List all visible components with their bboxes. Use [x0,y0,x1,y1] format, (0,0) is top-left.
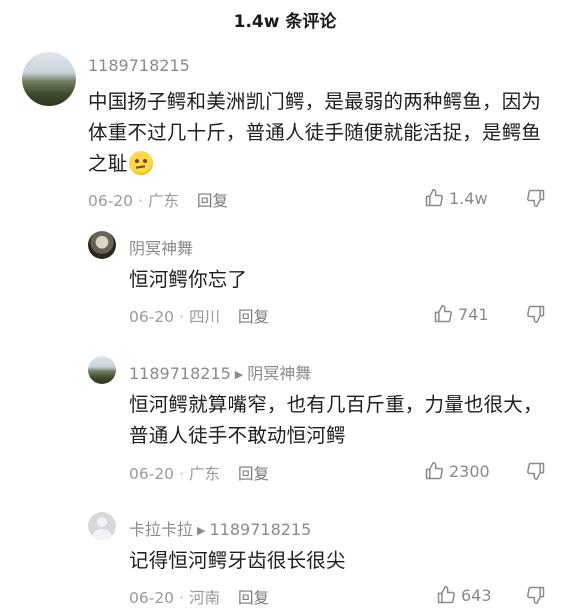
comment-text: 中国扬子鳄和美洲凯门鳄，是最弱的两种鳄鱼，因为体重不过几十斤，普通人徒手随便就能… [88,86,550,179]
dislike-button[interactable] [526,585,546,605]
reply-button[interactable]: 回复 [197,192,228,210]
like-button[interactable]: 643 [436,585,492,605]
username: 1189718215 ▶ 阴冥神舞 [129,360,311,384]
thumbs-up-icon [425,188,443,207]
comment-location: 河南 [188,589,220,607]
like-count: 741 [458,304,489,324]
dislike-button[interactable] [526,188,546,208]
like-count: 2300 [449,461,490,481]
thumbs-down-icon [527,189,545,208]
separator-dot: · [179,589,184,607]
dislike-button[interactable] [526,461,546,481]
comment-meta: 06-20 · 河南 回复 [129,586,269,608]
like-count: 643 [461,585,492,605]
comment-text: 记得恒河鳄牙齿很长很尖 [129,549,346,572]
dislike-button[interactable] [526,304,546,324]
reply-button[interactable]: 回复 [238,465,269,483]
separator-dot: · [138,192,143,210]
comment-text: 恒河鳄你忘了 [129,268,248,291]
comment-date: 06-20 [88,192,134,210]
reply-author[interactable]: 1189718215 [129,364,231,383]
reply-button[interactable]: 回复 [238,589,269,607]
comment-date: 06-20 [129,465,175,483]
comment-location: 四川 [188,308,220,326]
thumbs-down-icon [527,586,545,605]
comment-date: 06-20 [129,589,175,607]
separator-dot: · [179,308,184,326]
like-button[interactable]: 741 [433,304,489,324]
like-button[interactable]: 1.4w [424,188,488,208]
thumbs-down-icon [527,462,545,481]
comments-count-title: 1.4w 条评论 [233,12,337,32]
username[interactable]: 阴冥神舞 [129,235,193,259]
username: 卡拉卡拉 ▶ 1189718215 [129,516,311,540]
thumbs-up-icon [425,461,443,480]
username[interactable]: 1189718215 [88,56,190,75]
thinking-face-emoji-icon [129,151,154,175]
reply-arrow-icon: ▶ [197,524,206,537]
comment-text: 恒河鳄就算嘴窄，也有几百斤重，力量也很大，普通人徒手不敢动恒河鳄 [129,393,543,447]
like-count: 1.4w [449,188,488,208]
avatar[interactable] [88,356,116,384]
reply-target[interactable]: 阴冥神舞 [247,364,311,383]
avatar[interactable] [88,512,116,540]
reply-author[interactable]: 卡拉卡拉 [129,520,193,539]
comment-meta: 06-20 · 广东 回复 [88,189,228,211]
like-button[interactable]: 2300 [424,461,490,481]
thumbs-down-icon [527,305,545,324]
avatar[interactable] [88,231,116,259]
avatar[interactable] [22,52,76,106]
comment-text-body: 中国扬子鳄和美洲凯门鳄，是最弱的两种鳄鱼，因为体重不过几十斤，普通人徒手随便就能… [88,90,542,175]
reply-button[interactable]: 回复 [238,308,269,326]
comment-location: 广东 [188,465,220,483]
thumbs-up-icon [434,304,452,323]
comment-date: 06-20 [129,308,175,326]
reply-arrow-icon: ▶ [234,368,244,381]
comment-location: 广东 [147,192,179,210]
reply-target[interactable]: 1189718215 [209,520,311,539]
thumbs-up-icon [437,585,455,604]
comment-meta: 06-20 · 广东 回复 [129,462,269,484]
separator-dot: · [179,465,184,483]
comment-meta: 06-20 · 四川 回复 [129,305,269,327]
